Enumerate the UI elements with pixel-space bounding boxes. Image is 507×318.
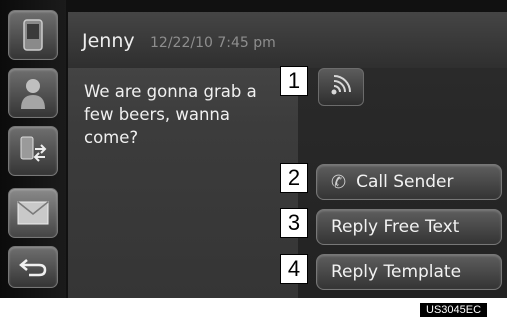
reply-free-text-button[interactable]: Reply Free Text bbox=[316, 209, 502, 245]
reply-template-button[interactable]: Reply Template bbox=[316, 254, 502, 290]
callout-4: 4 bbox=[280, 254, 308, 284]
message-body: We are gonna grab a few beers, wanna com… bbox=[84, 82, 257, 147]
envelope-icon bbox=[17, 201, 49, 225]
contact-person-icon bbox=[18, 76, 48, 110]
voice-readout-button[interactable] bbox=[318, 68, 364, 106]
callout-3: 3 bbox=[280, 208, 308, 238]
reply-template-label: Reply Template bbox=[331, 262, 462, 282]
reply-free-text-label: Reply Free Text bbox=[331, 217, 460, 237]
message-timestamp: 12/22/10 7:45 pm bbox=[150, 35, 276, 51]
sender-name: Jenny bbox=[82, 30, 135, 52]
message-screen: Jenny 12/22/10 7:45 pm We are gonna grab… bbox=[0, 0, 507, 298]
back-button[interactable] bbox=[8, 246, 58, 288]
phone-handset-icon: ✆ bbox=[331, 171, 347, 193]
transfer-icon bbox=[18, 135, 48, 167]
sidebar-messages-button[interactable] bbox=[8, 188, 58, 238]
signal-waves-icon bbox=[328, 73, 354, 101]
sidebar-phone-button[interactable] bbox=[8, 10, 58, 60]
image-code: US3045EC bbox=[420, 303, 488, 317]
sidebar-transfer-button[interactable] bbox=[8, 126, 58, 176]
back-arrow-icon bbox=[17, 256, 49, 278]
call-sender-label: Call Sender bbox=[356, 172, 454, 192]
sidebar-contact-button[interactable] bbox=[8, 68, 58, 118]
phone-device-icon bbox=[22, 19, 44, 51]
call-sender-button[interactable]: ✆ Call Sender bbox=[316, 164, 502, 200]
callout-1: 1 bbox=[280, 66, 308, 96]
callout-2: 2 bbox=[280, 163, 308, 193]
sidebar bbox=[0, 0, 66, 298]
